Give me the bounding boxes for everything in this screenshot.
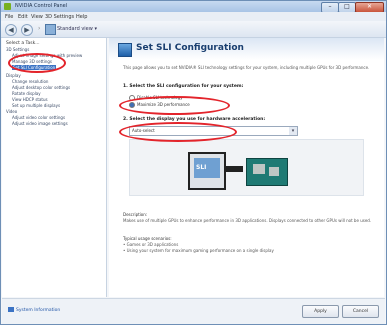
tree-node-display[interactable]: Display: [6, 73, 21, 78]
menu-bar: File Edit View 3D Settings Help: [1, 12, 386, 21]
scenario-2: • Using your system for maximum gaming p…: [123, 248, 274, 253]
menu-file[interactable]: File: [5, 14, 13, 20]
apply-button[interactable]: Apply: [302, 305, 339, 318]
graphics-card-memory: [269, 167, 279, 176]
dropdown-value: Auto-select: [132, 128, 155, 133]
tree-item-change-resolution[interactable]: Change resolution: [12, 79, 48, 84]
content-pane: Set SLI Configuration This page allows y…: [109, 38, 384, 297]
tree-item-video-image[interactable]: Adjust video image settings: [12, 121, 68, 126]
tree-item-hdcp-status[interactable]: View HDCP status: [12, 97, 48, 102]
tree-node-3d-settings[interactable]: 3D Settings: [6, 47, 29, 52]
title-bar: NVIDIA Control Panel – □ ✕: [1, 1, 386, 13]
radio-maximize-3d[interactable]: Maximize 3D performance: [129, 102, 190, 108]
radio-maximize-label: Maximize 3D performance: [137, 102, 190, 107]
menu-view[interactable]: View: [31, 14, 43, 20]
back-button[interactable]: ◀: [5, 24, 17, 36]
chevron-down-icon[interactable]: ▾: [289, 127, 297, 135]
tree-item-set-sli[interactable]: Set SLI Configuration: [12, 65, 57, 70]
step-2-label: 2. Select the display you use for hardwa…: [123, 117, 266, 122]
sli-page-icon: [118, 43, 132, 57]
window-title: NVIDIA Control Panel: [15, 3, 68, 9]
graphics-card-icon: [246, 158, 288, 186]
page-title: Set SLI Configuration: [136, 43, 244, 53]
menu-help[interactable]: Help: [76, 14, 87, 20]
page-description: This page allows you to set NVIDIA® SLI …: [123, 65, 370, 70]
tree-item-adjust-image[interactable]: Adjust image settings with preview: [12, 53, 82, 58]
radio-maximize-dot: [129, 102, 135, 108]
scenarios-label: Typical usage scenarios:: [123, 236, 172, 241]
bottom-bar: System Information Apply Cancel: [2, 298, 385, 324]
graphics-card-chip: [253, 164, 265, 174]
tree-item-multiple-displays[interactable]: Set up multiple displays: [12, 103, 60, 108]
radio-disable-label: Disable SLI technology: [137, 95, 183, 100]
nvidia-control-panel-window: NVIDIA Control Panel – □ ✕ File Edit Vie…: [0, 0, 387, 325]
task-panel: Select a Task... 3D Settings Adjust imag…: [2, 38, 107, 297]
menu-edit[interactable]: Edit: [18, 14, 28, 20]
menu-3d-settings[interactable]: 3D Settings: [45, 14, 74, 20]
toolbar: ◀ ▶ › Standard view ▾: [1, 21, 386, 38]
sli-logo-text: SLI: [196, 164, 207, 171]
sli-illustration: SLI: [129, 139, 364, 196]
tree-item-video-color[interactable]: Adjust video color settings: [12, 115, 65, 120]
tree-node-video[interactable]: Video: [6, 109, 17, 114]
cancel-button[interactable]: Cancel: [342, 305, 379, 318]
home-icon[interactable]: [45, 24, 56, 35]
description-text: Makes use of multiple GPUs to enhance pe…: [123, 218, 372, 223]
scenario-1: • Games or 3D applications: [123, 242, 179, 247]
radio-disable-dot: [129, 95, 135, 101]
system-information-link[interactable]: System Information: [8, 307, 60, 313]
page-header: Set SLI Configuration: [109, 38, 384, 60]
radio-disable-sli[interactable]: Disable SLI technology: [129, 95, 183, 101]
system-information-label: System Information: [16, 308, 61, 313]
system-info-icon: [8, 307, 14, 312]
forward-button[interactable]: ▶: [21, 24, 33, 36]
tree-item-manage-3d[interactable]: Manage 3D settings: [12, 59, 52, 64]
monitor-icon: SLI: [188, 152, 226, 190]
display-select-dropdown[interactable]: Auto-select ▾: [129, 126, 298, 136]
view-mode-dropdown[interactable]: Standard view ▾: [57, 26, 97, 32]
description-label: Description:: [123, 212, 148, 217]
tree-item-rotate-display[interactable]: Rotate display: [12, 91, 41, 96]
step-1-label: 1. Select the SLI configuration for your…: [123, 84, 244, 89]
nvidia-app-icon: [4, 3, 11, 10]
toolbar-separator: ›: [38, 25, 41, 32]
tree-item-desktop-color[interactable]: Adjust desktop color settings: [12, 85, 70, 90]
sli-bridge-icon: [225, 166, 243, 172]
task-panel-header: Select a Task...: [6, 41, 40, 46]
